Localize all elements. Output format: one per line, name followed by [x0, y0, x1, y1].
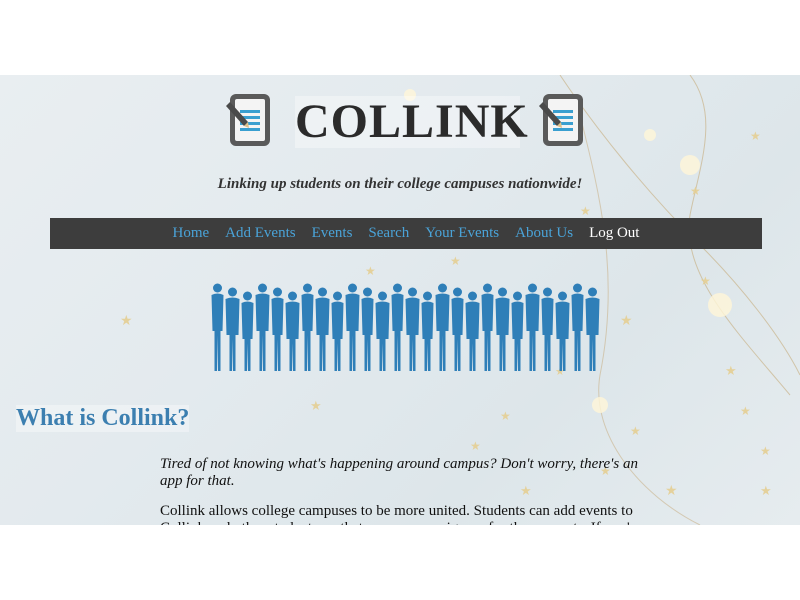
svg-text:★: ★ — [470, 439, 481, 453]
svg-text:★: ★ — [740, 404, 751, 418]
svg-text:★: ★ — [580, 204, 591, 218]
svg-text:★: ★ — [760, 483, 772, 498]
about-body-text: Collink allows college campuses to be mo… — [160, 503, 641, 525]
about-heading: What is Collink? — [16, 405, 190, 432]
svg-text:★: ★ — [760, 444, 771, 458]
site-header: COLLINK — [0, 92, 800, 152]
svg-text:★: ★ — [725, 363, 737, 378]
nav-home-link[interactable]: Home — [173, 225, 210, 242]
svg-text:★: ★ — [620, 314, 633, 329]
svg-text:★: ★ — [500, 409, 511, 423]
main-navbar: Home Add Events Events Search Your Event… — [50, 218, 762, 249]
site-tagline: Linking up students on their college cam… — [217, 176, 583, 192]
nav-your-events-link[interactable]: Your Events — [425, 225, 499, 242]
nav-search-link[interactable]: Search — [368, 225, 409, 242]
svg-text:★: ★ — [120, 314, 133, 329]
about-intro-text: Tired of not knowing what's happening ar… — [160, 456, 638, 489]
svg-text:★: ★ — [310, 398, 322, 413]
nav-about-us-link[interactable]: About Us — [515, 225, 573, 242]
site-title: COLLINK — [295, 95, 529, 148]
svg-text:★: ★ — [365, 264, 376, 278]
document-pencil-icon — [539, 94, 583, 146]
document-pencil-icon — [226, 94, 270, 146]
svg-text:★: ★ — [700, 274, 711, 288]
nav-events-link[interactable]: Events — [312, 225, 353, 242]
nav-add-events-link[interactable]: Add Events — [225, 225, 295, 242]
nav-log-out-link[interactable]: Log Out — [589, 225, 639, 242]
svg-text:★: ★ — [450, 254, 461, 268]
page-background: ★ ★ ★ ★ ★ ★ ★ ★ ★ ★ ★ ★ ★ ★ ★ ★ ★ ★ ★ ★ — [0, 75, 800, 525]
svg-text:★: ★ — [630, 424, 641, 438]
crowd-silhouettes-image — [211, 283, 600, 371]
svg-text:★: ★ — [665, 484, 678, 499]
